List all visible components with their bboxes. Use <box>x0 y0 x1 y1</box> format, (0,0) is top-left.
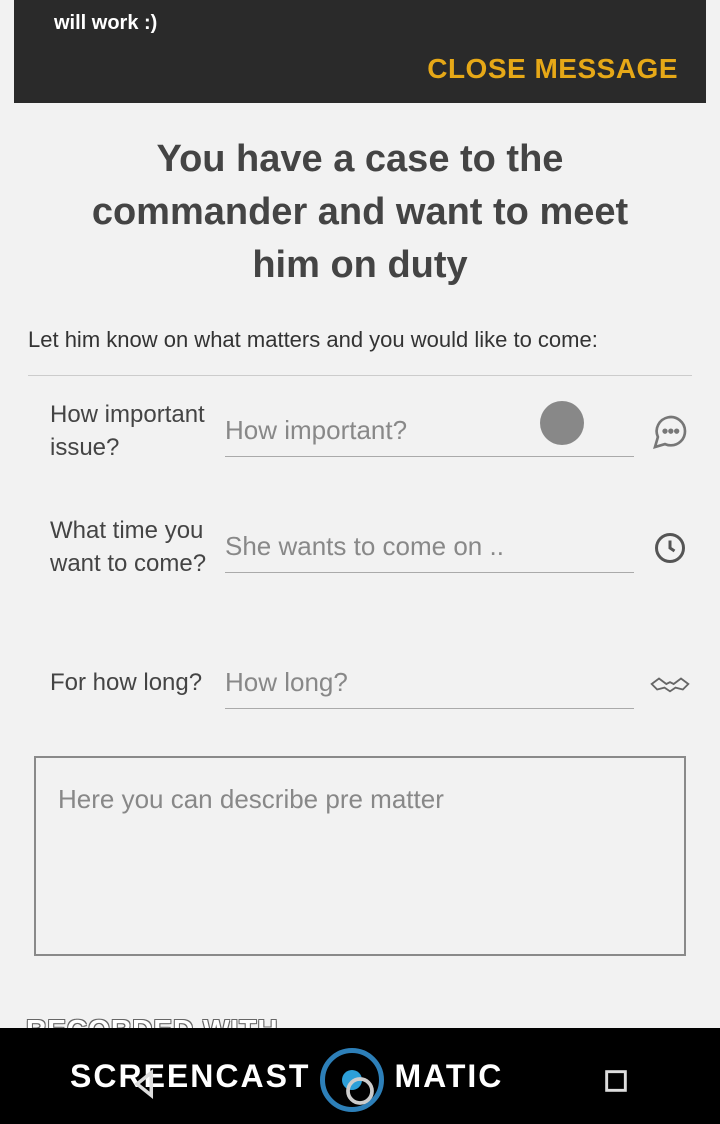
page-subtitle: Let him know on what matters and you wou… <box>28 313 692 375</box>
close-message-button[interactable]: CLOSE MESSAGE <box>54 53 678 85</box>
clock-icon[interactable] <box>648 526 692 570</box>
nav-back-icon[interactable] <box>130 1067 164 1106</box>
description-box <box>34 756 686 956</box>
brand-right: MATIC <box>394 1058 503 1095</box>
message-fragment: will work :) <box>54 12 678 35</box>
row-importance: How important issue? <box>50 386 692 478</box>
brand-left: SCREENCAST <box>70 1058 310 1095</box>
description-textarea[interactable] <box>58 784 662 928</box>
time-input-wrap <box>225 523 692 573</box>
time-input[interactable] <box>225 523 634 573</box>
nav-home-icon[interactable] <box>342 1073 378 1114</box>
duration-input[interactable] <box>225 659 634 709</box>
importance-input-wrap <box>225 407 692 457</box>
duration-input-wrap <box>225 659 692 709</box>
nav-recent-icon[interactable] <box>602 1067 630 1100</box>
form: How important issue? What time you want … <box>28 386 692 730</box>
message-banner: will work :) CLOSE MESSAGE <box>14 0 706 103</box>
page-title: You have a case to the commander and wan… <box>28 123 692 313</box>
row-duration: For how long? <box>50 638 692 730</box>
handshake-icon[interactable] <box>648 662 692 706</box>
divider <box>28 375 692 376</box>
duration-label: For how long? <box>50 667 225 699</box>
importance-label: How important issue? <box>50 399 225 464</box>
main-content: You have a case to the commander and wan… <box>0 103 720 956</box>
row-time: What time you want to come? <box>50 502 692 594</box>
time-label: What time you want to come? <box>50 515 225 580</box>
android-nav-bar: SCREENCAST MATIC <box>0 1028 720 1124</box>
chat-bubble-icon[interactable] <box>648 410 692 454</box>
importance-slider-thumb[interactable] <box>540 401 584 445</box>
